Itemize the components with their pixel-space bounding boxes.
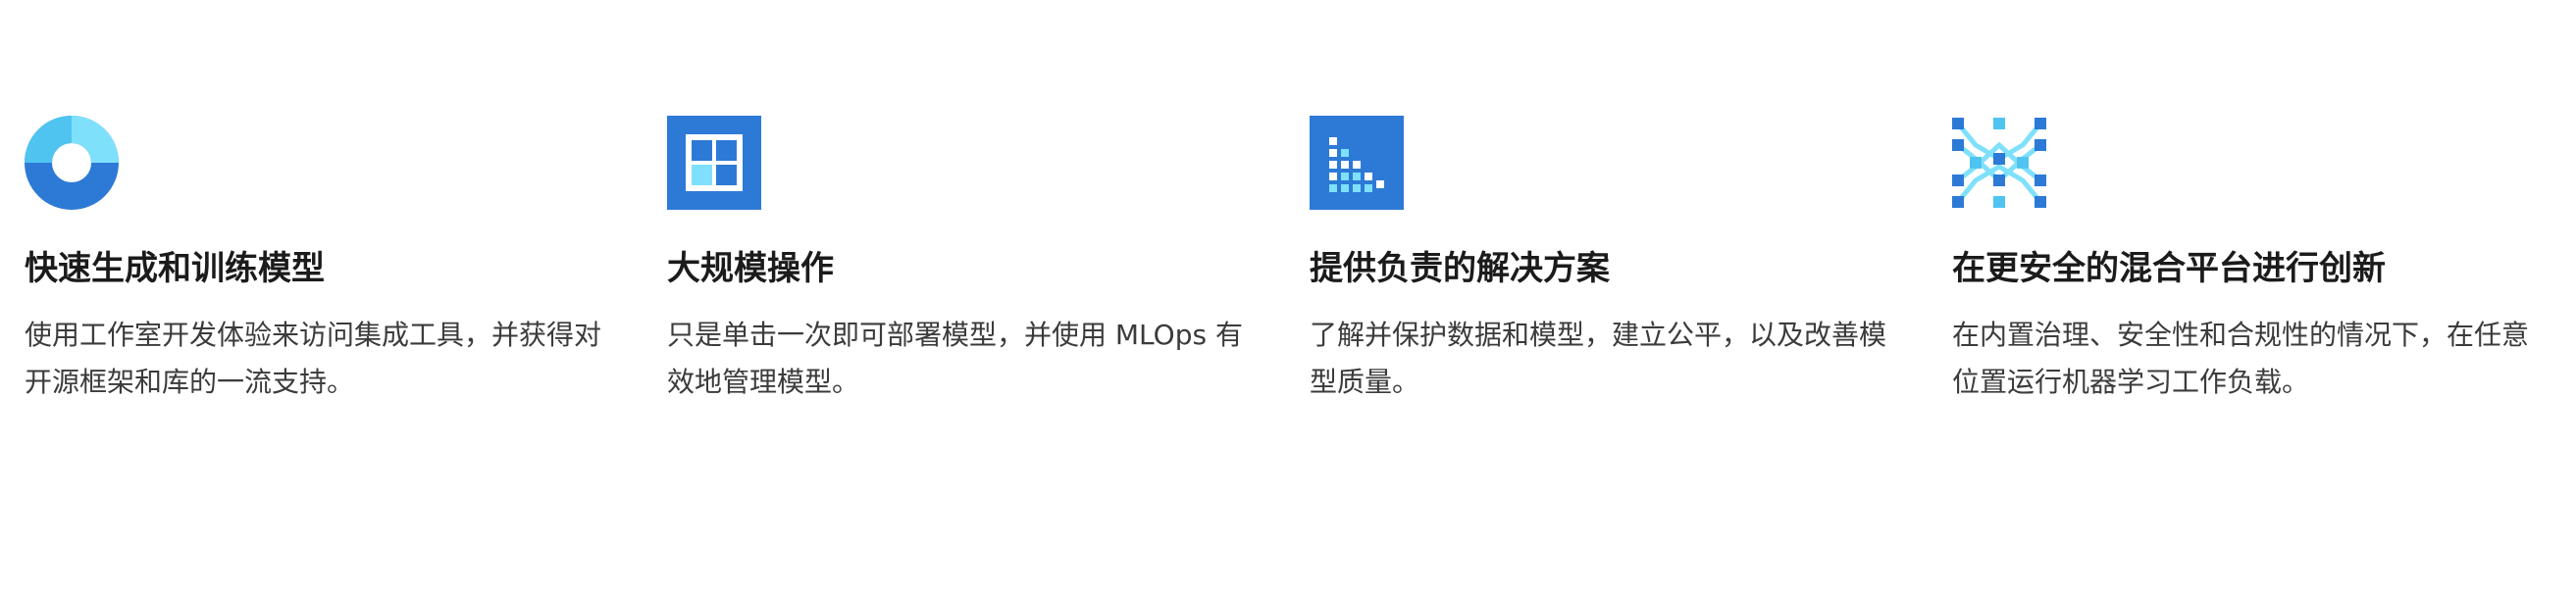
feature-title: 快速生成和训练模型 <box>25 249 325 288</box>
feature-card-operate-at-scale: 大规模操作 只是单击一次即可部署模型，并使用 MLOps 有效地管理模型。 <box>667 116 1310 406</box>
feature-grid: 快速生成和训练模型 使用工作室开发体验来访问集成工具，并获得对开源框架和库的一流… <box>25 116 2565 406</box>
feature-title: 大规模操作 <box>667 249 834 288</box>
feature-description: 了解并保护数据和模型，建立公平，以及改善模型质量。 <box>1310 319 1887 398</box>
donut-chart-icon <box>25 116 119 210</box>
feature-title: 提供负责的解决方案 <box>1310 249 1610 288</box>
feature-description: 在内置治理、安全性和合规性的情况下，在任意位置运行机器学习工作负载。 <box>1952 319 2530 398</box>
feature-description: 使用工作室开发体验来访问集成工具，并获得对开源框架和库的一流支持。 <box>25 319 602 398</box>
feature-card-responsible-solutions: 提供负责的解决方案 了解并保护数据和模型，建立公平，以及改善模型质量。 <box>1310 116 1952 406</box>
neural-network-icon <box>1952 118 2046 208</box>
feature-card-hybrid-innovation: 在更安全的混合平台进行创新 在内置治理、安全性和合规性的情况下，在任意位置运行机… <box>1952 116 2576 406</box>
feature-card-build-train: 快速生成和训练模型 使用工作室开发体验来访问集成工具，并获得对开源框架和库的一流… <box>25 116 667 406</box>
descending-bars-icon <box>1310 116 1404 210</box>
grid-window-icon <box>667 116 761 210</box>
feature-title: 在更安全的混合平台进行创新 <box>1952 249 2386 288</box>
feature-description: 只是单击一次即可部署模型，并使用 MLOps 有效地管理模型。 <box>667 319 1243 398</box>
